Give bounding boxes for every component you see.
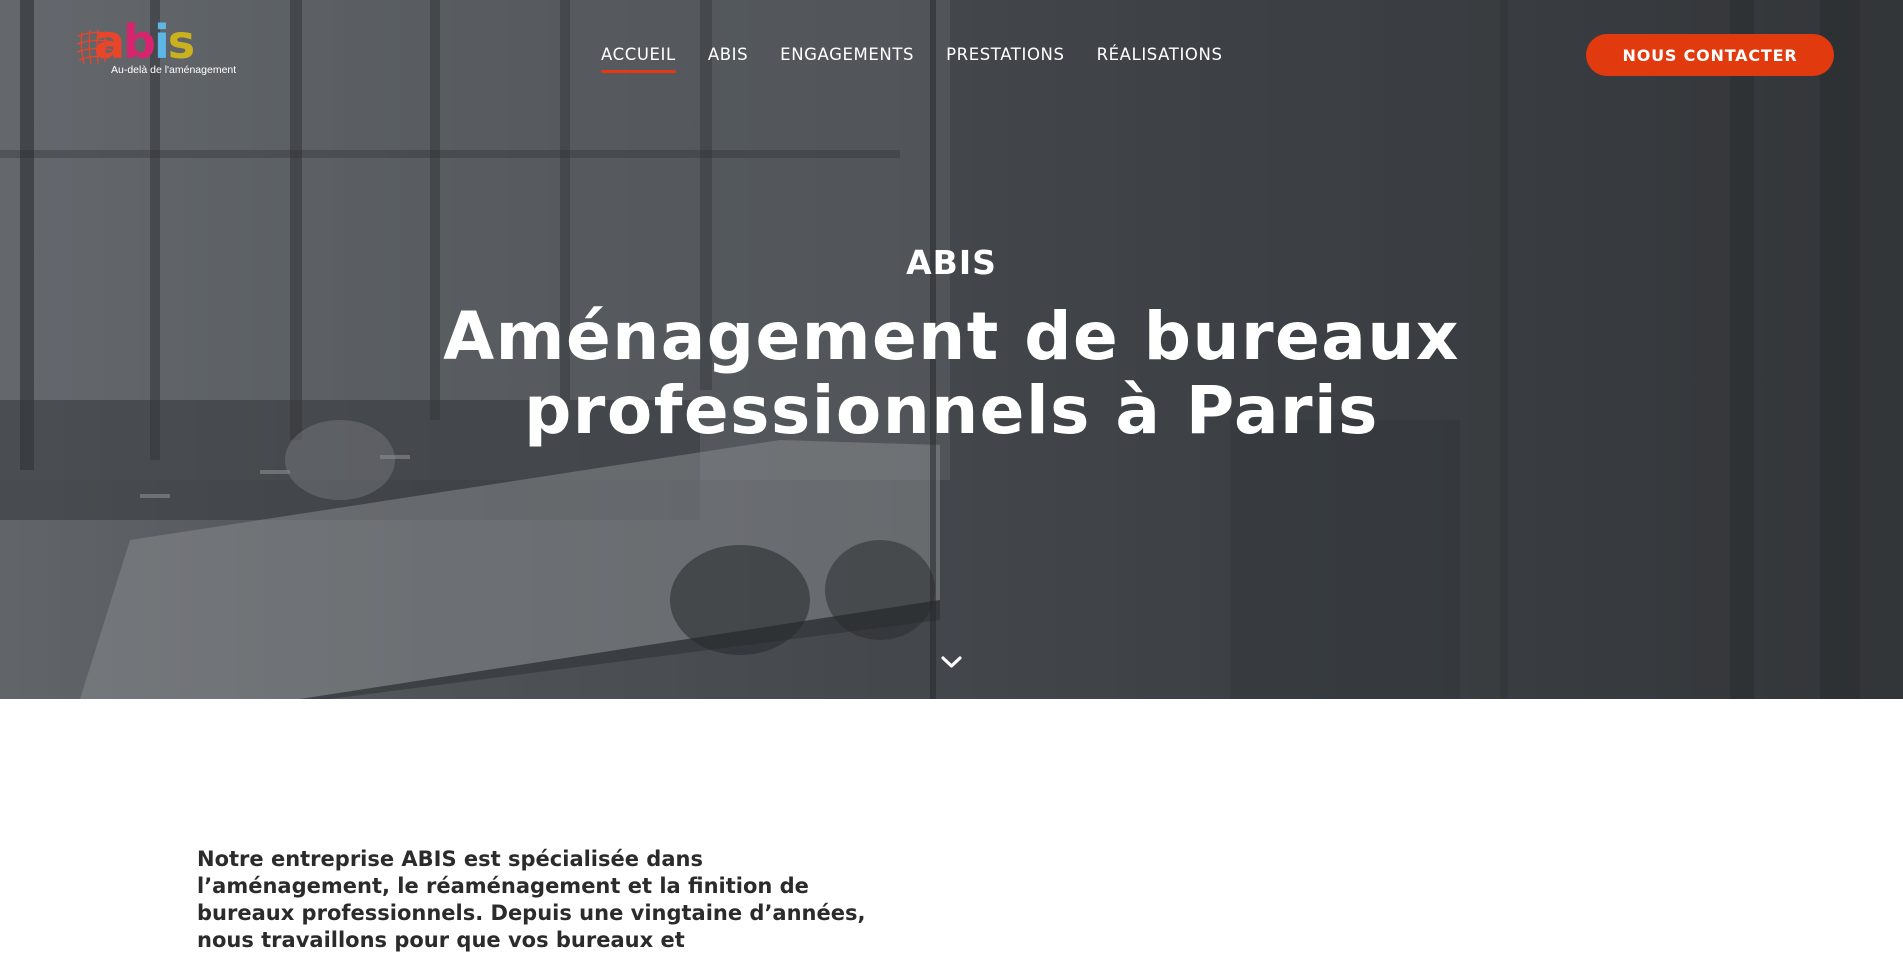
intro-paragraph: Notre entreprise ABIS est spécialisée da… <box>197 847 866 952</box>
logo-wordmark: abis <box>94 15 195 69</box>
nav-item-realisations[interactable]: RÉALISATIONS <box>1097 44 1223 66</box>
page-title: Aménagement de bureaux professionnels à … <box>300 300 1603 448</box>
logo-letter-i: i <box>153 15 170 69</box>
nav-item-abis[interactable]: ABIS <box>708 44 748 66</box>
page-title-line-1: Aménagement de bureaux <box>443 298 1460 375</box>
contact-button[interactable]: NOUS CONTACTER <box>1586 34 1834 76</box>
hero-eyebrow: ABIS <box>906 243 997 282</box>
main-navigation: ACCUEIL ABIS ENGAGEMENTS PRESTATIONS RÉA… <box>601 44 1255 73</box>
page-title-line-2: professionnels à Paris <box>524 372 1379 449</box>
logo-tagline: Au-delà de l'aménagement <box>111 64 237 76</box>
nav-item-prestations[interactable]: PRESTATIONS <box>946 44 1064 66</box>
logo-letter-a: a <box>94 15 125 69</box>
logo-letter-b: b <box>123 15 156 69</box>
logo-letter-s: s <box>167 15 195 69</box>
chevron-down-icon[interactable] <box>938 650 965 674</box>
nav-item-engagements[interactable]: ENGAGEMENTS <box>780 44 914 66</box>
brand-logo[interactable]: abis Au-delà de l'aménagement <box>74 15 236 80</box>
nav-item-accueil[interactable]: ACCUEIL <box>601 44 676 73</box>
hero-banner: abis Au-delà de l'aménagement ACCUEIL AB… <box>0 0 1903 699</box>
